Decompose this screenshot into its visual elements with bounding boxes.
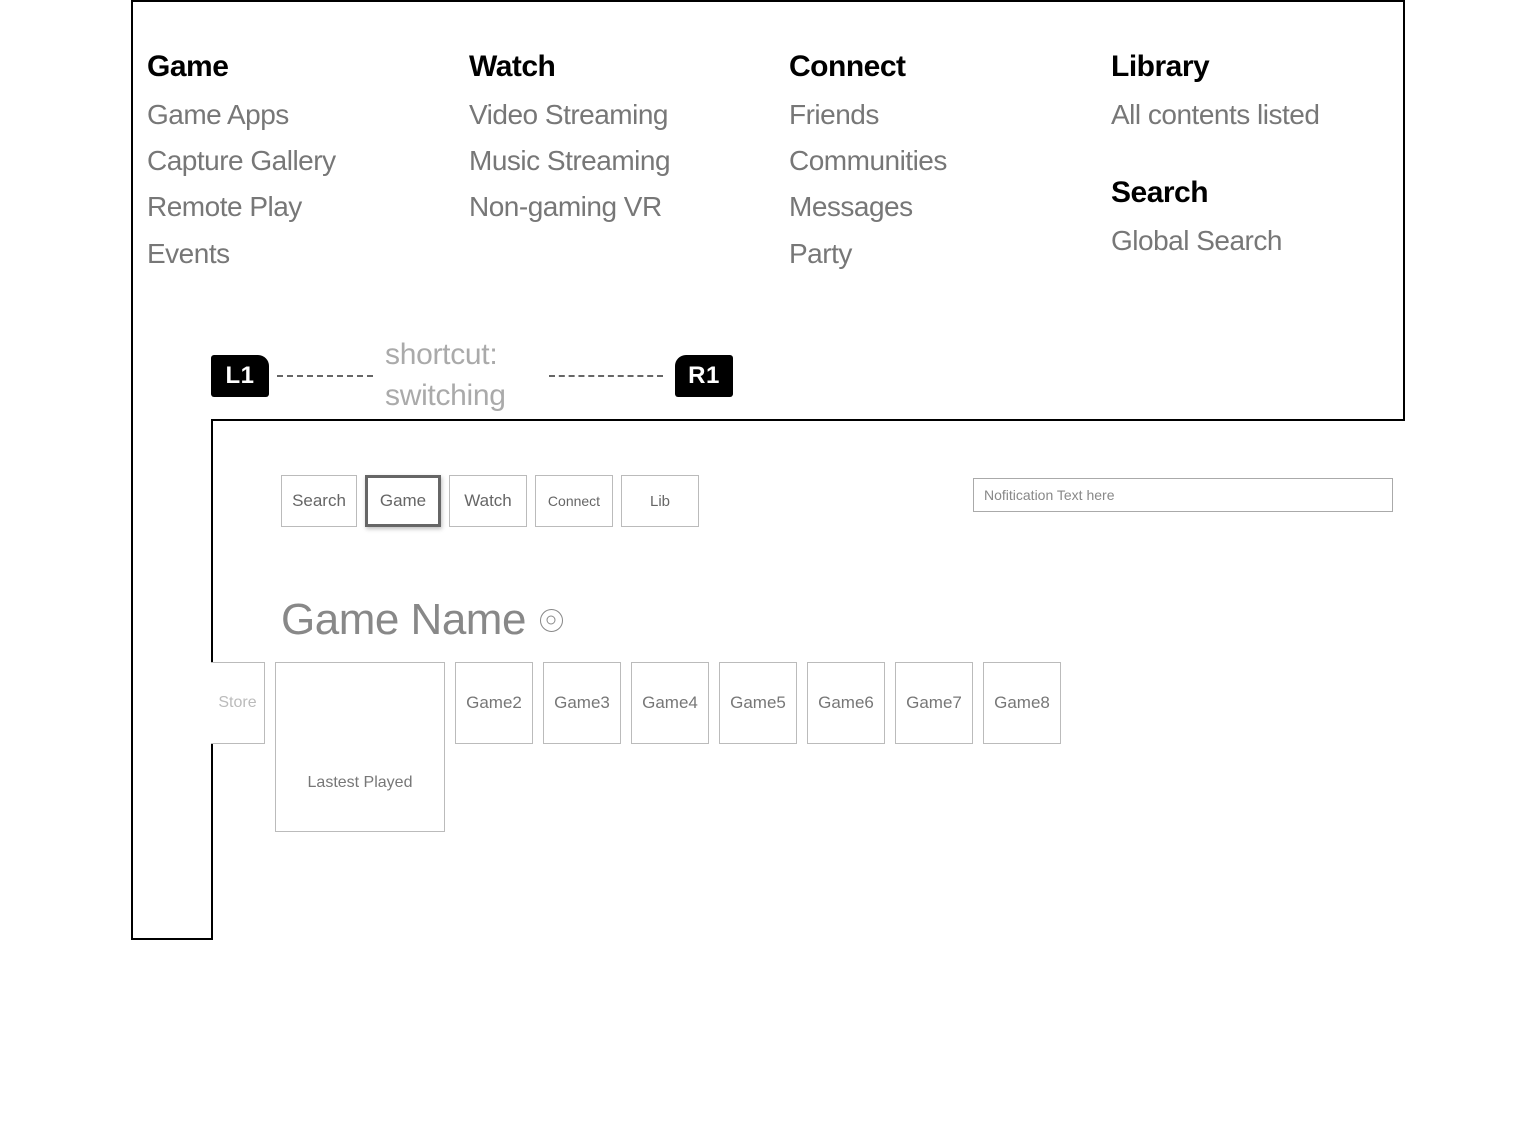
nav-item-global-search[interactable]: Global Search (1111, 218, 1391, 264)
nav-item-remote-play[interactable]: Remote Play (147, 184, 469, 230)
tiles-row: Store Lastest Played Game2 Game3 Game4 G… (211, 662, 1061, 832)
nav-item-capture-gallery[interactable]: Capture Gallery (147, 138, 469, 184)
nav-col-game: Game Game Apps Capture Gallery Remote Pl… (147, 50, 469, 277)
l1-button[interactable]: L1 (211, 355, 269, 397)
nav-item-events[interactable]: Events (147, 231, 469, 277)
tile-game8[interactable]: Game8 (983, 662, 1061, 744)
shortcut-label-line1: shortcut: (385, 338, 497, 371)
tile-store[interactable]: Store (211, 662, 265, 744)
nav-item-game-apps[interactable]: Game Apps (147, 92, 469, 138)
nav-heading-library: Library (1111, 50, 1391, 84)
tab-watch[interactable]: Watch (449, 475, 527, 527)
r1-button[interactable]: R1 (675, 355, 733, 397)
tab-lib[interactable]: Lib (621, 475, 699, 527)
tile-game6[interactable]: Game6 (807, 662, 885, 744)
inner-frame: Search Game Watch Connect Lib Nofiticati… (211, 419, 1405, 940)
game-title-row: Game Name (281, 595, 563, 645)
nav-heading-connect: Connect (789, 50, 1111, 84)
nav-item-friends[interactable]: Friends (789, 92, 1111, 138)
shortcut-label-line2: switching (385, 379, 506, 412)
nav-item-music-streaming[interactable]: Music Streaming (469, 138, 789, 184)
nav-heading-search: Search (1111, 176, 1391, 210)
tile-game7[interactable]: Game7 (895, 662, 973, 744)
tile-game5[interactable]: Game5 (719, 662, 797, 744)
tab-search[interactable]: Search (281, 475, 357, 527)
game-title: Game Name (281, 595, 526, 645)
dashes-left (277, 375, 373, 377)
nav-col-watch: Watch Video Streaming Music Streaming No… (469, 50, 789, 277)
nav-item-messages[interactable]: Messages (789, 184, 1111, 230)
outer-frame: Game Game Apps Capture Gallery Remote Pl… (131, 0, 1405, 940)
disc-icon (540, 609, 563, 632)
dashes-right (549, 375, 663, 377)
nav-item-all-contents[interactable]: All contents listed (1111, 92, 1391, 138)
tab-connect[interactable]: Connect (535, 475, 613, 527)
tile-game3[interactable]: Game3 (543, 662, 621, 744)
nav-heading-watch: Watch (469, 50, 789, 84)
nav-item-video-streaming[interactable]: Video Streaming (469, 92, 789, 138)
tile-game2[interactable]: Game2 (455, 662, 533, 744)
tile-lastest-played[interactable]: Lastest Played (275, 662, 445, 832)
nav-item-party[interactable]: Party (789, 231, 1111, 277)
tab-row: Search Game Watch Connect Lib (281, 475, 699, 527)
nav-col-library-search: Library All contents listed Search Globa… (1111, 50, 1391, 277)
shortcut-label: shortcut: switching (385, 335, 535, 416)
top-nav: Game Game Apps Capture Gallery Remote Pl… (133, 2, 1403, 277)
tile-game4[interactable]: Game4 (631, 662, 709, 744)
nav-item-communities[interactable]: Communities (789, 138, 1111, 184)
shortcut-bar: L1 shortcut: switching R1 (211, 335, 733, 416)
nav-col-connect: Connect Friends Communities Messages Par… (789, 50, 1111, 277)
nav-heading-game: Game (147, 50, 469, 84)
tab-game[interactable]: Game (365, 475, 441, 527)
nav-item-non-gaming-vr[interactable]: Non-gaming VR (469, 184, 789, 230)
notification-box[interactable]: Nofitication Text here (973, 478, 1393, 512)
